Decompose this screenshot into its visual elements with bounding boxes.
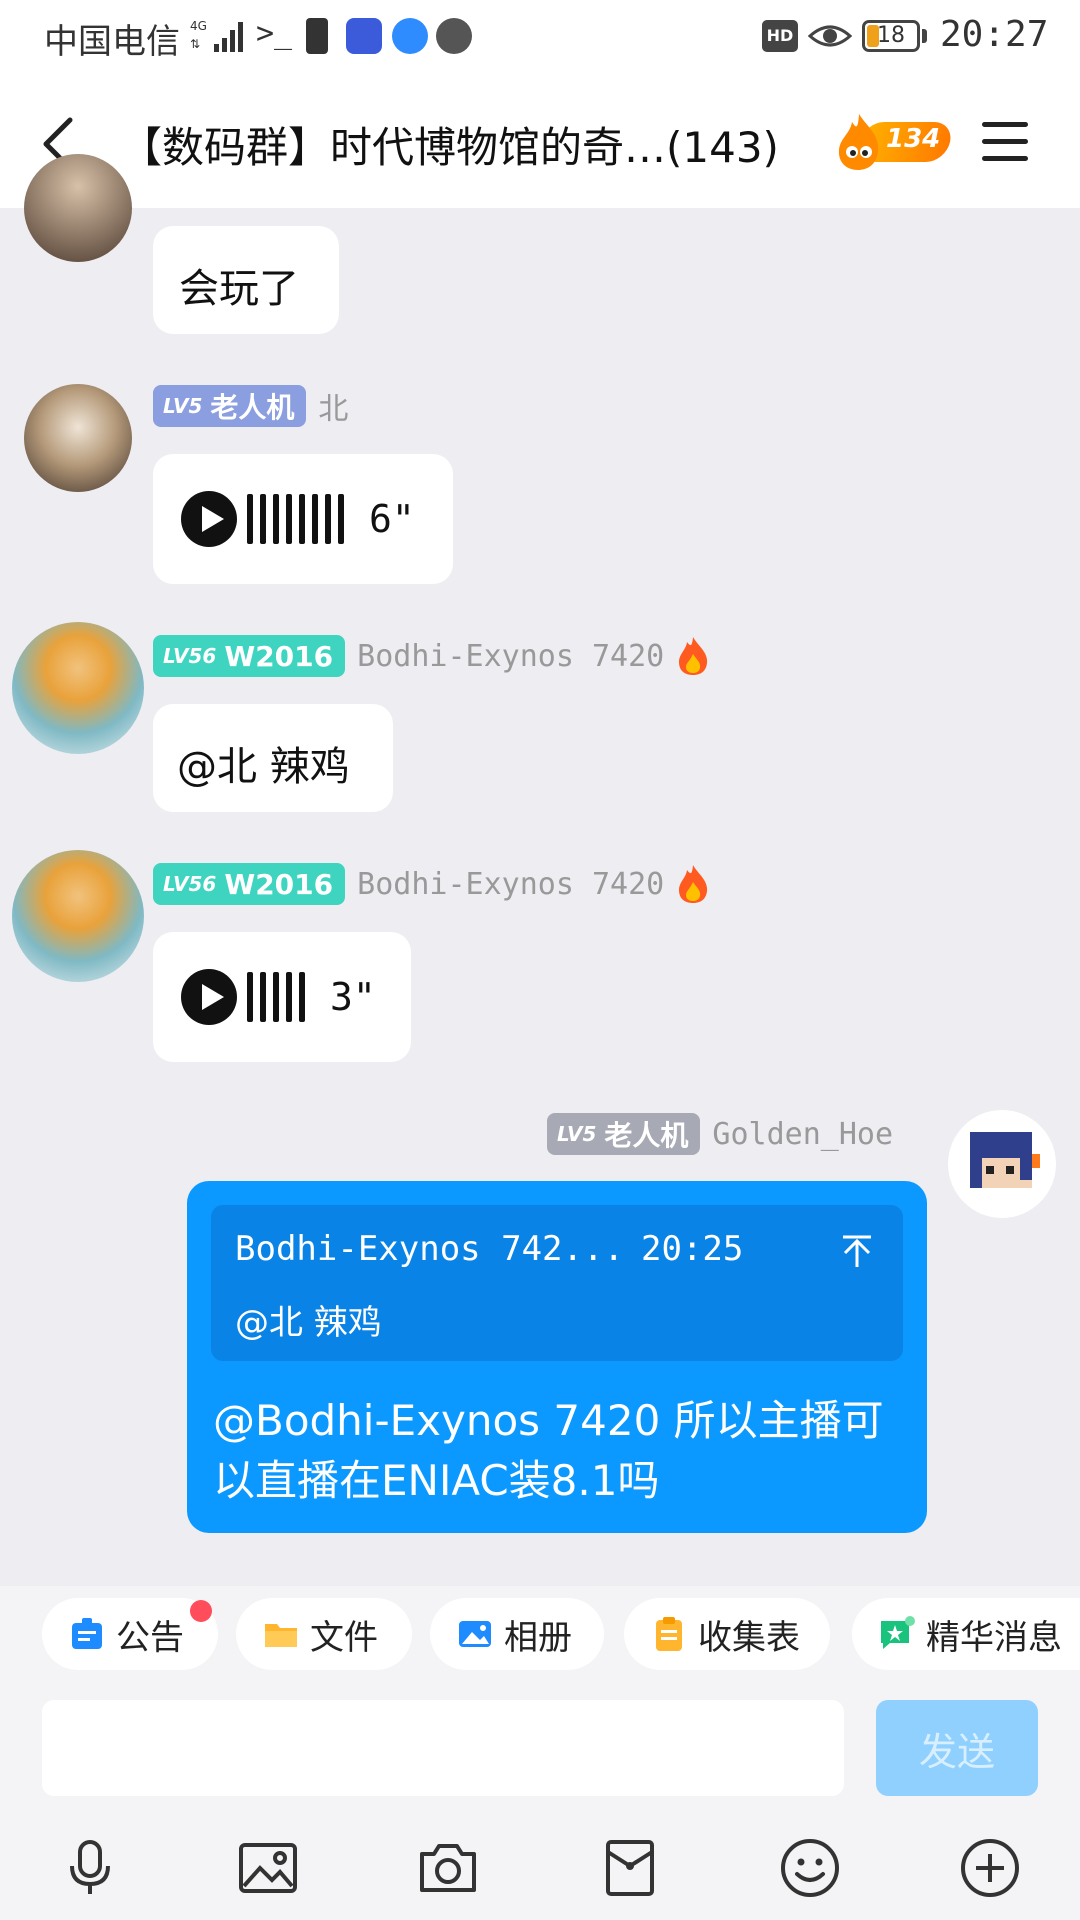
pixel-avatar-icon	[970, 1132, 1040, 1188]
level-badge: LV5 老人机	[547, 1113, 701, 1155]
chip-label: 精华消息	[926, 1617, 1062, 1658]
clock: 20:27	[940, 14, 1049, 55]
svg-text:⇅: ⇅	[190, 37, 200, 51]
folder-icon	[265, 1624, 297, 1647]
fire-icon	[679, 865, 708, 903]
message-text: 会玩了	[179, 266, 299, 312]
my-avatar[interactable]	[948, 1110, 1056, 1218]
shortcut-files[interactable]: 文件	[236, 1598, 412, 1670]
avatar[interactable]	[24, 154, 132, 262]
shortcut-album[interactable]: 相册	[430, 1598, 604, 1670]
arrow-up-icon[interactable]	[839, 1233, 875, 1269]
input-area: 发送	[0, 1692, 1080, 1920]
shortcut-announcement[interactable]: 公告	[42, 1598, 218, 1670]
my-sender-meta: LV5 老人机 Golden_Hoe	[547, 1112, 893, 1156]
sender-name[interactable]: Bodhi-Exynos 7420	[357, 867, 664, 902]
group-shortcuts-bar: 公告 文件 相册 收集表 精华消息	[0, 1586, 1080, 1692]
message-bubble[interactable]: 会玩了	[153, 226, 339, 334]
plus-icon[interactable]	[958, 1836, 1022, 1900]
fire-count: 134	[886, 124, 941, 154]
avatar[interactable]	[24, 384, 132, 492]
chat-header: 【数码群】时代博物馆的奇…(143) 134	[0, 76, 1080, 208]
signal-icon: 4G ⇅	[190, 19, 243, 52]
avatar[interactable]	[12, 622, 144, 754]
quote-text: @北 辣鸡	[235, 1303, 382, 1343]
group-fire-badge[interactable]: 134	[836, 112, 956, 174]
essence-icon	[881, 1616, 915, 1649]
my-message-bubble[interactable]: Bodhi-Exynos 742... 20:25 @北 辣鸡 @Bodhi-E…	[187, 1181, 927, 1533]
announcement-icon	[72, 1618, 102, 1649]
camera-icon[interactable]	[416, 1836, 480, 1900]
quoted-message[interactable]: Bodhi-Exynos 742... 20:25 @北 辣鸡	[211, 1205, 903, 1361]
redpacket-icon[interactable]	[598, 1836, 662, 1900]
voice-waveform	[247, 494, 351, 544]
quote-time: 20:25	[641, 1229, 744, 1269]
sender-name[interactable]: 北	[318, 384, 348, 428]
chip-label: 相册	[504, 1617, 572, 1658]
carrier-label: 中国电信	[44, 22, 180, 62]
level-badge: LV56 W2016	[153, 863, 346, 905]
group-title[interactable]: 【数码群】时代博物馆的奇…(143)	[120, 114, 779, 175]
chip-label: 文件	[310, 1617, 378, 1658]
sender-meta: LV56 W2016 Bodhi-Exynos 7420	[153, 862, 710, 906]
sender-meta: LV56 W2016 Bodhi-Exynos 7420	[153, 634, 710, 678]
message-bubble[interactable]: @北 辣鸡	[153, 704, 393, 812]
battery-tip	[922, 29, 927, 43]
play-icon[interactable]	[181, 969, 237, 1025]
mic-icon[interactable]	[58, 1836, 122, 1900]
send-button[interactable]: 发送	[876, 1700, 1038, 1796]
status-bar: 中国电信 4G ⇅ >_ HD 18 20:27	[0, 0, 1080, 76]
fire-mascot-icon	[838, 114, 879, 170]
sender-name[interactable]: Golden_Hoe	[712, 1117, 893, 1152]
battery-alert-icon	[306, 18, 328, 54]
clipboard-icon	[656, 1617, 682, 1651]
notification-dot	[190, 1600, 212, 1622]
chip-label: 收集表	[698, 1617, 800, 1658]
voice-waveform	[247, 972, 312, 1022]
play-icon[interactable]	[181, 491, 237, 547]
chip-label: 公告	[116, 1617, 184, 1658]
svg-text:4G: 4G	[190, 19, 207, 33]
shortcut-form[interactable]: 收集表	[624, 1598, 830, 1670]
shortcut-essence[interactable]: 精华消息	[852, 1598, 1080, 1670]
voice-duration: 6"	[369, 497, 415, 541]
menu-icon[interactable]	[982, 122, 1028, 162]
eye-comfort-icon	[808, 25, 852, 47]
album-icon	[459, 1621, 491, 1647]
battery-icon: 18	[862, 20, 920, 52]
voice-message[interactable]: 6"	[153, 454, 453, 584]
browser-icon	[392, 18, 428, 54]
fire-icon	[679, 637, 708, 675]
message-text: @北 辣鸡	[177, 744, 350, 790]
wechat-icon	[436, 18, 472, 54]
level-badge: LV5 老人机	[153, 385, 307, 427]
voice-message[interactable]: 3"	[153, 932, 411, 1062]
hd-icon: HD	[762, 20, 798, 52]
avatar[interactable]	[12, 850, 144, 982]
emoji-icon[interactable]	[778, 1836, 842, 1900]
message-text: @Bodhi-Exynos 7420 所以主播可以直播在ENIAC装8.1吗	[213, 1396, 884, 1505]
sender-meta: LV5 老人机 北	[153, 384, 348, 428]
level-badge: LV56 W2016	[153, 635, 346, 677]
voice-duration: 3"	[330, 975, 376, 1019]
quote-sender: Bodhi-Exynos 742...	[235, 1229, 624, 1269]
sender-name[interactable]: Bodhi-Exynos 7420	[357, 639, 664, 674]
message-input[interactable]	[42, 1700, 844, 1796]
terminal-icon: >_	[256, 16, 293, 51]
tieba-icon	[346, 18, 382, 54]
image-icon[interactable]	[236, 1836, 300, 1900]
